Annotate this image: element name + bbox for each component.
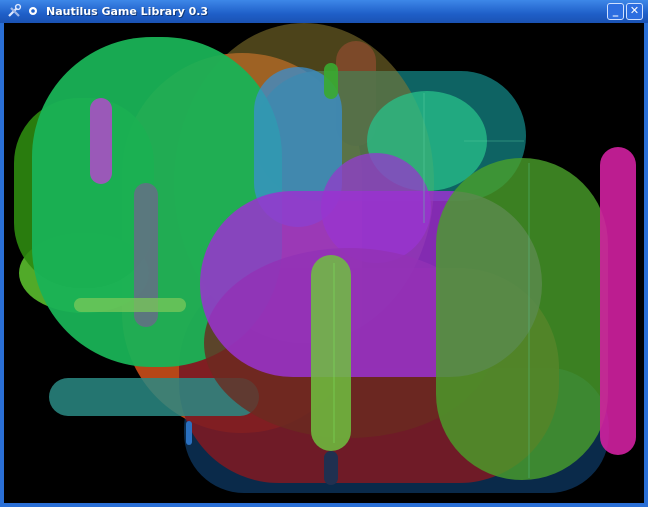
blue-sliver: [186, 421, 192, 445]
small-green-pill: [324, 63, 338, 99]
light-green-bar: [74, 298, 186, 312]
window-title: Nautilus Game Library 0.3: [46, 5, 209, 18]
close-button[interactable]: ✕: [626, 3, 643, 20]
light-green-vertical-bar: [311, 255, 351, 451]
minimize-button[interactable]: _: [607, 3, 624, 20]
violet-bar: [90, 98, 112, 184]
game-canvas[interactable]: [4, 23, 644, 503]
game-window: Nautilus Game Library 0.3 _ ✕: [0, 0, 648, 507]
green-capsule-right: [436, 158, 608, 480]
scene-svg: [14, 23, 636, 493]
title-bar[interactable]: Nautilus Game Library 0.3 _ ✕: [0, 0, 648, 23]
wrench-screwdriver-icon[interactable]: [6, 3, 22, 19]
dark-stub: [324, 451, 338, 485]
magenta-bar: [600, 147, 636, 455]
window-menu-icon[interactable]: [25, 3, 41, 19]
